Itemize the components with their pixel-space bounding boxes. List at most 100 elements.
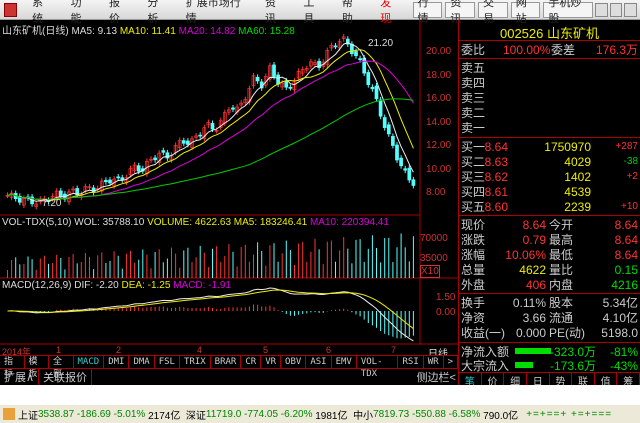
quote-row: 外盘 406 内盘 4216 [461,277,638,293]
indicator-tab[interactable]: DMI [104,356,130,368]
indicator-tab[interactable]: 模板 [25,356,49,379]
quote-value: 4216 [611,277,638,292]
price-axis-label: 16.00 [426,93,452,104]
candle [354,51,358,57]
related-quote-tab[interactable]: 关联报价 [39,369,93,385]
chart-area[interactable]: 山东矿机(日线) MA5: 9.13 MA10: 11.41 MA20: 14.… [0,20,458,360]
sh-amount: 2174亿 [148,410,181,422]
fund-value: 0.11% [512,295,546,310]
quote-button[interactable]: 行情 [412,0,443,25]
panel-tab[interactable]: 势 [550,373,573,388]
buy-row[interactable]: 买一 8.64 1750970 +287 [461,139,638,155]
candle [411,179,416,186]
candle [58,190,63,197]
quote-value: 10.06% [505,247,546,262]
fundamental-row: 净资 3.66 流通 4.10亿 [461,310,638,326]
zx-label: 中小 [353,410,374,422]
buy-row[interactable]: 买二 8.63 4029 -38 [461,154,638,170]
indicator-tab[interactable]: EMV [332,356,357,368]
candle [108,179,112,184]
buy-volume: 4029 [564,154,591,169]
quote-value: 8.64 [614,232,638,247]
fundamental-row: 收益(一) 0.000 PE(动) 5198.0 [461,325,638,341]
fund-label: PE(动) [549,326,586,340]
close-icon[interactable] [624,2,637,17]
flow-pct: -43% [609,358,638,373]
panel-tab[interactable]: 筹 [617,373,640,388]
indicator-tab[interactable]: MACD [74,356,105,368]
minimize-icon[interactable] [594,2,608,17]
candle [370,86,375,90]
indicator-tab[interactable]: 全部 [49,356,74,379]
sell-row: 卖一 [461,120,638,135]
panel-tab[interactable]: 联 [572,373,595,388]
buy-volume: 4539 [564,184,591,199]
buy-change: -38 [623,156,638,167]
buy-row[interactable]: 买四 8.61 4539 [461,184,638,200]
indicator-tab[interactable]: TRIX [180,356,211,368]
indicator-tab[interactable]: > [444,356,459,368]
candle [407,167,412,181]
candle [181,140,186,144]
indicator-tab[interactable]: ASI [306,356,332,368]
macd-axis-1: 1.50 [436,292,456,303]
panel-tab[interactable]: 值 [595,373,618,388]
sz-label: 深证 [185,410,206,422]
weibi-value: 100.00% [503,42,551,57]
buy-row[interactable]: 买三 8.62 1402 +2 [461,169,638,185]
website-button[interactable]: 网站 [510,0,541,25]
quote-value: 0.79 [522,232,546,247]
maximize-icon[interactable] [609,2,623,17]
indicator-tab[interactable]: OBV [281,356,307,368]
indicator-tab[interactable]: WR [424,356,444,368]
buy-change: +10 [621,201,638,212]
sell-row: 卖五 [461,60,638,75]
quote-value: 406 [525,277,546,292]
mobile-button[interactable]: 手机炒股 [543,0,593,25]
quote-row: 现价 8.64 今开 8.64 [461,217,638,233]
market-icon[interactable] [3,408,15,420]
indicator-tab[interactable]: 指标 [0,356,25,379]
expand-tab[interactable]: 扩展∧ [0,369,40,385]
indicator-tab[interactable]: BRAR [211,356,242,368]
buy-price: 8.63 [484,154,508,169]
weidiff-label: 委差 [551,43,576,57]
fund-value: 4.10亿 [602,311,638,325]
candle [161,150,166,153]
zx-amount: 790.0亿 [483,410,519,422]
panel-tab[interactable]: 笔 [459,373,482,388]
status-bar: 上证 3538.87 -186.69 -5.01% 2174亿 深证 11719… [0,405,640,423]
fundamental-row: 换手 0.11% 股本 5.34亿 [461,295,638,311]
indicator-tab[interactable]: FSL [155,356,180,368]
indicator-tab[interactable]: DMA [129,356,155,368]
panel-tab[interactable]: 价 [482,373,505,388]
indicator-tab[interactable]: VOL-TDX [357,356,399,379]
quote-value: 4622 [519,262,546,277]
flow-bar [515,348,551,354]
buy-price: 8.62 [484,169,508,184]
price-axis-label: 8.00 [426,187,446,198]
date-axis: 2014年 1 2 4 5 6 7 [0,345,420,357]
panel-tab[interactable]: 日 [527,373,550,388]
weibi-label: 委比 [461,43,486,57]
vol-ma5-label: MA5: 183246.41 [233,217,308,228]
sell-row: 卖三 [461,90,638,105]
indicator-tab[interactable]: RSI [398,356,424,368]
indicator-tabs: 指标 模板 全部 MACD DMI DMA FSL TRIX BRAR CR VR OBV ASI EMV… [0,355,459,379]
quote-value: 0.15 [614,262,638,277]
sell-row: 卖四 [461,75,638,90]
weidiff-value: 176.3万 [595,43,638,57]
indicator-tab[interactable]: VR [261,356,282,368]
indicator-tab[interactable]: CR [241,356,262,368]
kline-chart[interactable] [0,20,458,345]
ma20-label: MA20: 14.82 [178,26,236,37]
quote-label: 内盘 [549,278,574,292]
candle [272,64,276,77]
sidebar-toggle[interactable]: 侧边栏< [417,369,458,385]
news-button[interactable]: 资讯 [445,0,476,25]
candle [333,45,338,48]
candle [255,76,260,82]
panel-tab[interactable]: 细 [504,373,527,388]
buy-row[interactable]: 买五 8.60 2239 +10 [461,199,638,215]
trade-button[interactable]: 交易 [478,0,508,25]
